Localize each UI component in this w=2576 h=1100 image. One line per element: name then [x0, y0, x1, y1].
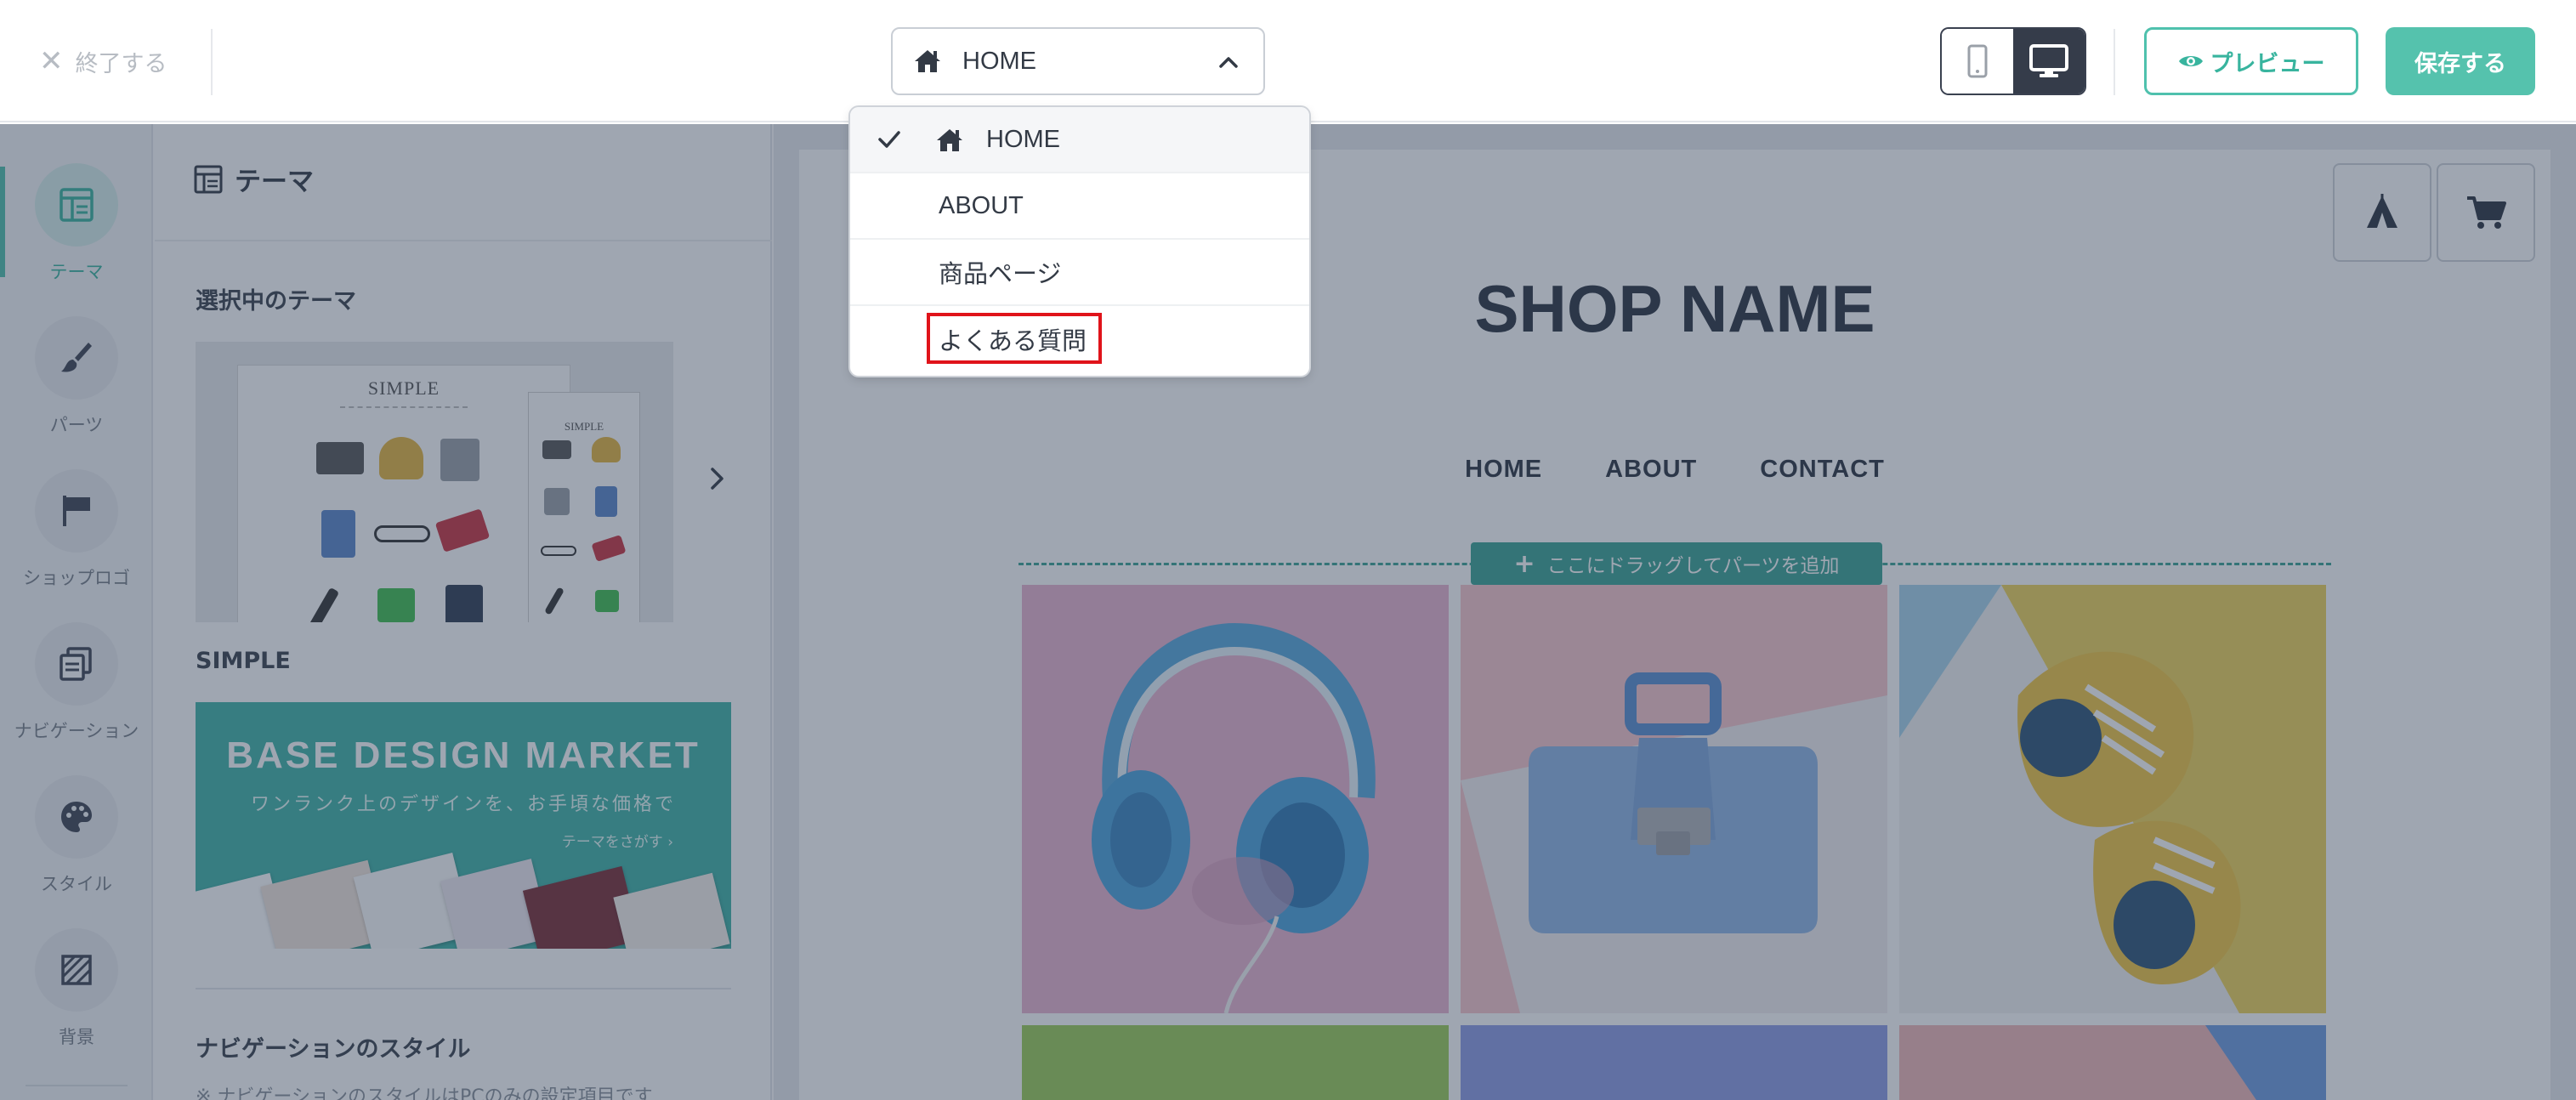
desktop-view-button[interactable] [2013, 29, 2085, 94]
dropdown-item-label: 商品ページ [939, 261, 1062, 288]
preview-button[interactable]: プレビュー [2144, 27, 2358, 95]
page-selector-value: HOME [962, 47, 1036, 75]
eye-icon [2178, 56, 2203, 66]
page-selector[interactable]: HOME [891, 27, 1265, 95]
divider [2114, 29, 2115, 95]
checkmark-icon [878, 131, 900, 148]
dropdown-item-faq[interactable]: よくある質問 [850, 306, 1309, 372]
device-toggle [1940, 27, 2086, 95]
highlight-box [927, 313, 1102, 364]
dropdown-item-product-page[interactable]: 商品ページ [850, 240, 1309, 306]
home-icon [915, 50, 940, 72]
desktop-icon [2029, 44, 2068, 77]
divider [211, 29, 213, 95]
top-bar: ✕ 終了する HOME プレビュー 保存する [0, 0, 2576, 122]
chevron-up-icon [1219, 57, 1238, 68]
close-icon: ✕ [39, 44, 64, 78]
exit-label: 終了する [75, 50, 167, 77]
preview-label: プレビュー [2210, 50, 2325, 77]
mobile-view-button[interactable] [1942, 29, 2013, 94]
dropdown-item-about[interactable]: ABOUT [850, 173, 1309, 240]
smartphone-icon [1967, 44, 1988, 78]
dropdown-item-home[interactable]: HOME [850, 107, 1309, 173]
dropdown-item-label: ABOUT [939, 191, 1024, 219]
home-icon [937, 129, 962, 151]
exit-button[interactable]: ✕ 終了する [39, 41, 167, 82]
page-dropdown-menu: HOME ABOUT 商品ページ よくある質問 [850, 107, 1309, 376]
save-button[interactable]: 保存する [2386, 27, 2535, 95]
dropdown-item-label: HOME [986, 125, 1060, 153]
